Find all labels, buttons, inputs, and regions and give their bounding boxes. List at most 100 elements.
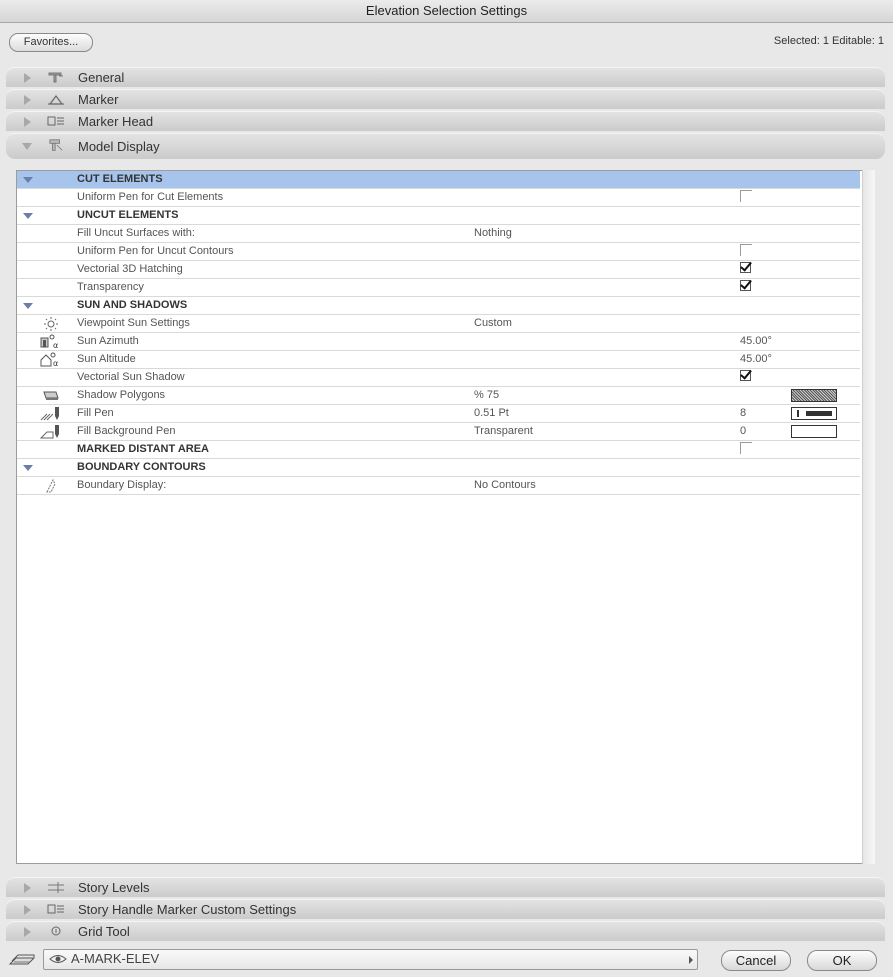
section-label: Model Display: [78, 139, 160, 154]
svg-text:α: α: [53, 341, 58, 349]
eye-icon[interactable]: [49, 952, 67, 966]
sun-icon: [44, 317, 58, 331]
group-row-boundary-contours[interactable]: BOUNDARY CONTOURS: [17, 459, 860, 477]
row-label: Boundary Display:: [77, 479, 167, 491]
group-row-uncut-elements[interactable]: UNCUT ELEMENTS: [17, 207, 860, 225]
section-label: Grid Tool: [78, 924, 130, 939]
expand-triangle-icon[interactable]: [24, 73, 31, 83]
sun-altitude-icon: α: [40, 352, 58, 367]
section-grid-tool[interactable]: Grid Tool: [6, 921, 885, 941]
svg-text:α: α: [53, 359, 58, 367]
section-story-levels[interactable]: Story Levels: [6, 877, 885, 897]
row-label: BOUNDARY CONTOURS: [77, 461, 206, 473]
row-vectorial-sun-shadow[interactable]: Vectorial Sun Shadow: [17, 369, 860, 387]
checkbox-checked[interactable]: [740, 370, 751, 381]
row-label: Fill Background Pen: [77, 425, 176, 437]
row-value[interactable]: 45.00°: [740, 333, 772, 350]
row-label: Transparency: [77, 281, 144, 293]
row-label: UNCUT ELEMENTS: [77, 209, 179, 221]
row-boundary-display[interactable]: Boundary Display: No Contours: [17, 477, 860, 495]
checkbox[interactable]: [740, 442, 752, 454]
checkbox-checked[interactable]: [740, 280, 751, 291]
expand-triangle-icon[interactable]: [24, 95, 31, 105]
cancel-button[interactable]: Cancel: [721, 950, 791, 971]
row-label: CUT ELEMENTS: [77, 173, 163, 185]
layer-selector[interactable]: A-MARK-ELEV: [43, 949, 698, 970]
row-label: Vectorial 3D Hatching: [77, 263, 183, 275]
checkbox-checked[interactable]: [740, 262, 751, 273]
row-uniform-pen-uncut[interactable]: Uniform Pen for Uncut Contours: [17, 243, 860, 261]
row-label: Viewpoint Sun Settings: [77, 317, 190, 329]
row-label: Uniform Pen for Cut Elements: [77, 191, 224, 203]
empty-swatch[interactable]: [791, 425, 837, 438]
section-general[interactable]: General: [6, 67, 885, 87]
checkbox[interactable]: [740, 190, 752, 202]
fill-background-pen-icon: [39, 425, 59, 439]
layer-name: A-MARK-ELEV: [71, 951, 160, 966]
row-value[interactable]: 0.51 Pt: [474, 405, 509, 422]
group-collapse-icon[interactable]: [23, 465, 33, 471]
row-vectorial-3d-hatching[interactable]: Vectorial 3D Hatching: [17, 261, 860, 279]
section-model-display[interactable]: Model Display: [6, 133, 885, 159]
row-label: Uniform Pen for Uncut Contours: [77, 245, 234, 257]
row-label: SUN AND SHADOWS: [77, 299, 188, 311]
row-value[interactable]: No Contours: [474, 477, 536, 494]
row-label: MARKED DISTANT AREA: [77, 443, 209, 455]
section-label: Story Handle Marker Custom Settings: [78, 902, 297, 917]
selection-info: Selected: 1 Editable: 1: [773, 35, 884, 47]
checkbox[interactable]: [740, 244, 752, 256]
window-title: Elevation Selection Settings: [0, 0, 893, 23]
boundary-icon: [46, 478, 56, 493]
collapse-triangle-icon[interactable]: [22, 143, 32, 150]
group-row-cut-elements[interactable]: CUT ELEMENTS: [17, 171, 860, 189]
row-transparency[interactable]: Transparency: [17, 279, 860, 297]
section-marker-head[interactable]: Marker Head: [6, 111, 885, 131]
section-label: Marker: [78, 92, 119, 107]
row-value[interactable]: 45.00°: [740, 351, 772, 368]
group-row-sun-and-shadows[interactable]: SUN AND SHADOWS: [17, 297, 860, 315]
grid-tool-icon: [51, 926, 61, 936]
group-collapse-icon[interactable]: [23, 177, 33, 183]
group-collapse-icon[interactable]: [23, 303, 33, 309]
row-viewpoint-sun-settings[interactable]: Viewpoint Sun Settings Custom: [17, 315, 860, 333]
row-value[interactable]: % 75: [474, 387, 499, 404]
layers-icon[interactable]: [8, 952, 36, 968]
row-marked-distant-area[interactable]: MARKED DISTANT AREA: [17, 441, 860, 459]
row-label: Sun Altitude: [77, 353, 136, 365]
expand-triangle-icon[interactable]: [24, 905, 31, 915]
row-fill-uncut-surfaces[interactable]: Fill Uncut Surfaces with: Nothing: [17, 225, 860, 243]
pen-number[interactable]: 0: [740, 423, 746, 440]
group-collapse-icon[interactable]: [23, 213, 33, 219]
expand-triangle-icon[interactable]: [24, 117, 31, 127]
row-fill-background-pen[interactable]: Fill Background Pen Transparent 0: [17, 423, 860, 441]
row-shadow-polygons[interactable]: Shadow Polygons % 75: [17, 387, 860, 405]
row-fill-pen[interactable]: Fill Pen 0.51 Pt 8: [17, 405, 860, 423]
pen-number[interactable]: 8: [740, 405, 746, 422]
expand-triangle-icon[interactable]: [24, 927, 31, 937]
section-label: Story Levels: [78, 880, 150, 895]
section-story-handle-marker[interactable]: Story Handle Marker Custom Settings: [6, 899, 885, 919]
ok-button[interactable]: OK: [807, 950, 877, 971]
general-icon: [48, 72, 63, 83]
vertical-scrollbar[interactable]: [862, 170, 875, 864]
section-marker[interactable]: Marker: [6, 89, 885, 109]
row-sun-azimuth[interactable]: α Sun Azimuth 45.00°: [17, 333, 860, 351]
marker-head-icon: [47, 116, 64, 126]
row-label: Vectorial Sun Shadow: [77, 371, 185, 383]
fill-pattern-swatch[interactable]: [791, 389, 837, 402]
row-uniform-pen-cut[interactable]: Uniform Pen for Cut Elements: [17, 189, 860, 207]
row-label: Sun Azimuth: [77, 335, 139, 347]
row-value[interactable]: Transparent: [474, 423, 533, 440]
expand-triangle-icon[interactable]: [24, 883, 31, 893]
row-sun-altitude[interactable]: α Sun Altitude 45.00°: [17, 351, 860, 369]
sun-azimuth-icon: α: [40, 334, 58, 349]
row-value[interactable]: Nothing: [474, 225, 512, 242]
bottom-bar: A-MARK-ELEV Cancel OK: [0, 944, 893, 977]
favorites-button[interactable]: Favorites...: [9, 33, 93, 52]
dropdown-arrow-icon[interactable]: [689, 956, 693, 964]
row-value[interactable]: Custom: [474, 315, 512, 332]
row-label: Shadow Polygons: [77, 389, 166, 401]
pen-swatch[interactable]: [791, 407, 837, 420]
shadow-polygons-icon: [43, 391, 59, 400]
model-display-icon: [49, 139, 63, 151]
